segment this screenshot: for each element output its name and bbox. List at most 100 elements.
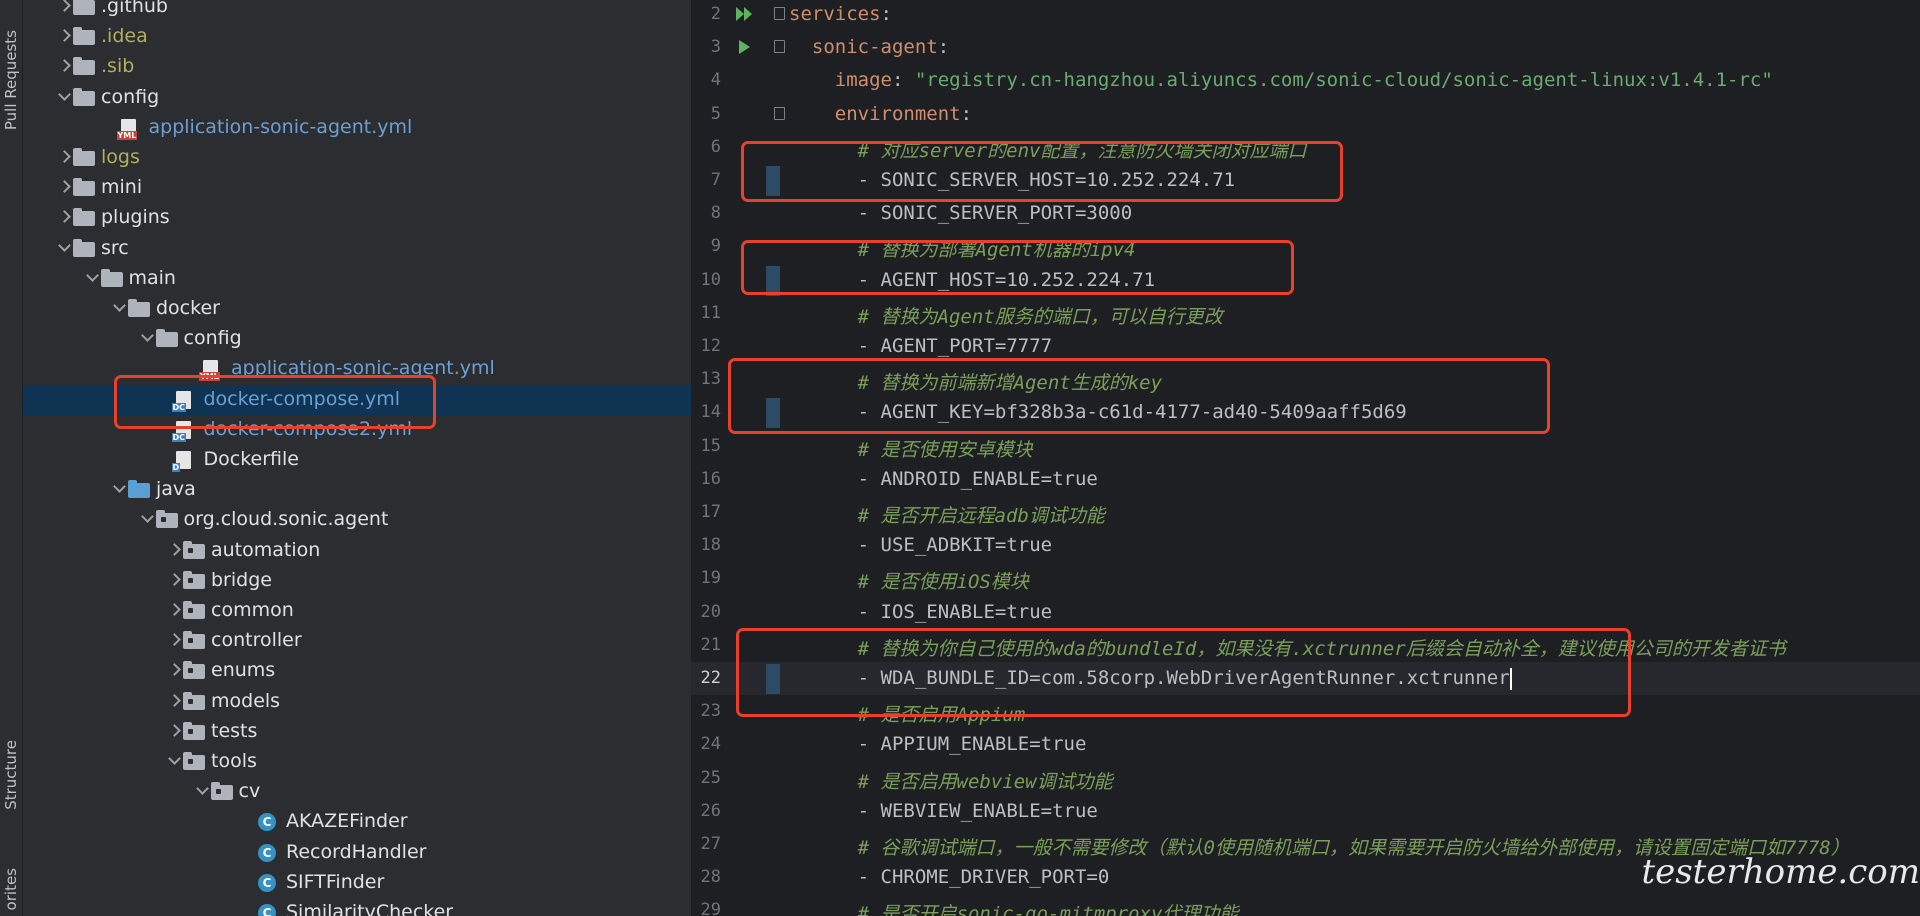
chevron-right-icon[interactable]: [168, 569, 182, 591]
code-line[interactable]: 29 # 是否开启sonic-go-mitmproxy代理功能: [691, 894, 1920, 916]
tree-row[interactable]: D Dockerfile: [23, 445, 691, 475]
code-line[interactable]: 15 # 是否使用安卓模块: [691, 430, 1920, 463]
chevron-down-icon[interactable]: [168, 750, 182, 772]
run-icon[interactable]: [735, 5, 755, 27]
code-line[interactable]: 3 sonic-agent:: [691, 31, 1920, 64]
line-number: 27: [700, 834, 721, 854]
tree-item-label: config: [101, 85, 160, 108]
code-token: :: [880, 3, 892, 25]
chevron-down-icon[interactable]: [58, 237, 72, 259]
chevron-right-icon[interactable]: [168, 539, 182, 561]
code-line[interactable]: 11 # 替换为Agent服务的端口，可以自行更改: [691, 297, 1920, 330]
tree-row[interactable]: C SIFTFinder: [23, 868, 691, 898]
fold-icon[interactable]: [774, 7, 785, 20]
code-line[interactable]: 17 # 是否开启远程adb调试功能: [691, 496, 1920, 529]
tree-row[interactable]: plugins: [23, 203, 691, 233]
code-text: # 替换为Agent服务的端口，可以自行更改: [789, 302, 1223, 329]
code-token: image: [789, 69, 892, 92]
code-token: - APPIUM_ENABLE=true: [789, 733, 1087, 756]
tree-row[interactable]: .github: [23, 0, 691, 22]
code-line[interactable]: 4 image: "registry.cn-hangzhou.aliyuncs.…: [691, 64, 1920, 97]
code-token: :: [960, 102, 973, 125]
chevron-down-icon[interactable]: [86, 267, 100, 289]
chevron-right-icon[interactable]: [168, 629, 182, 651]
tree-row[interactable]: .idea: [23, 22, 691, 52]
tree-row[interactable]: mini: [23, 173, 691, 203]
code-line[interactable]: 19 # 是否使用iOS模块: [691, 562, 1920, 595]
fold-icon[interactable]: [774, 106, 785, 120]
tree-row[interactable]: main: [23, 264, 691, 294]
tree-row[interactable]: tools: [23, 747, 691, 777]
chevron-down-icon[interactable]: [113, 297, 127, 319]
tree-row[interactable]: controller: [23, 626, 691, 656]
code-line[interactable]: 20 - IOS_ENABLE=true: [691, 596, 1920, 629]
tree-item-label: enums: [211, 659, 276, 682]
code-text: - WEBVIEW_ENABLE=true: [789, 800, 1098, 822]
code-line[interactable]: 18 - USE_ADBKIT=true: [691, 529, 1920, 562]
line-number: 15: [700, 435, 721, 456]
tree-item-label: Dockerfile: [203, 448, 299, 470]
tree-row[interactable]: enums: [23, 656, 691, 686]
tree-row[interactable]: bridge: [23, 566, 691, 596]
dockerfile-icon: D: [171, 451, 191, 472]
fold-icon[interactable]: [774, 40, 785, 54]
highlight-box-agent-host: [741, 240, 1294, 295]
tree-row[interactable]: cv: [23, 777, 691, 807]
line-number: 28: [700, 867, 721, 888]
code-line[interactable]: 5 environment:: [691, 98, 1920, 131]
pull-requests-tab[interactable]: Pull Requests: [2, 30, 20, 130]
tree-row[interactable]: java: [23, 475, 691, 505]
code-text: - SONIC_SERVER_PORT=3000: [789, 202, 1133, 224]
line-number: 10: [700, 269, 721, 290]
code-line[interactable]: 2 services:: [691, 0, 1920, 31]
chevron-right-icon[interactable]: [58, 176, 72, 198]
tree-row[interactable]: docker: [23, 294, 691, 324]
chevron-right-icon[interactable]: [58, 0, 72, 17]
tree-row[interactable]: C RecordHandler: [23, 838, 691, 868]
code-line[interactable]: 25 # 是否启用webview调试功能: [691, 762, 1920, 795]
line-number: 20: [700, 601, 721, 622]
tree-row[interactable]: src: [23, 234, 691, 264]
code-line[interactable]: 26 - WEBVIEW_ENABLE=true: [691, 795, 1920, 828]
structure-tab[interactable]: Structure: [2, 740, 20, 810]
tree-row[interactable]: logs: [23, 143, 691, 173]
line-number: 16: [700, 468, 721, 489]
chevron-right-icon[interactable]: [58, 206, 72, 228]
chevron-down-icon[interactable]: [141, 508, 155, 530]
run-icon[interactable]: [735, 38, 755, 60]
chevron-down-icon[interactable]: [196, 780, 210, 802]
tree-row[interactable]: tests: [23, 717, 691, 747]
class-icon: C: [258, 843, 276, 862]
tree-row[interactable]: common: [23, 596, 691, 626]
chevron-right-icon[interactable]: [168, 659, 182, 681]
tree-row[interactable]: automation: [23, 536, 691, 566]
tree-row[interactable]: C AKAZEFinder: [23, 807, 691, 837]
tree-row[interactable]: models: [23, 687, 691, 717]
chevron-down-icon[interactable]: [58, 86, 72, 108]
tree-row[interactable]: org.cloud.sonic.agent: [23, 505, 691, 535]
chevron-right-icon[interactable]: [168, 720, 182, 742]
code-text: environment:: [789, 103, 972, 125]
folder-icon: [73, 27, 95, 46]
line-number: 9: [710, 236, 721, 257]
code-line[interactable]: 16 - ANDROID_ENABLE=true: [691, 463, 1920, 496]
code-editor[interactable]: 2 services: 3 sonic-agent: 4 image: "regist…: [691, 0, 1920, 916]
tree-item-label: .sib: [101, 55, 135, 78]
code-token: # 是否启用webview调试功能: [789, 770, 1113, 793]
tree-row[interactable]: YML application-sonic-agent.yml: [23, 113, 691, 143]
chevron-down-icon[interactable]: [141, 327, 155, 349]
favorites-tab[interactable]: orites: [2, 868, 20, 910]
code-line[interactable]: 8 - SONIC_SERVER_PORT=3000: [691, 197, 1920, 230]
tree-row[interactable]: config: [23, 324, 691, 354]
tree-row[interactable]: config: [23, 83, 691, 113]
tree-row[interactable]: C SimilarityChecker: [23, 898, 691, 916]
chevron-right-icon[interactable]: [58, 146, 72, 168]
chevron-right-icon[interactable]: [58, 25, 72, 47]
code-line[interactable]: 24 - APPIUM_ENABLE=true: [691, 728, 1920, 761]
tree-item-label: docker: [156, 297, 220, 319]
chevron-right-icon[interactable]: [168, 690, 182, 712]
tree-row[interactable]: .sib: [23, 52, 691, 82]
chevron-down-icon[interactable]: [113, 478, 127, 500]
chevron-right-icon[interactable]: [58, 55, 72, 77]
chevron-right-icon[interactable]: [168, 599, 182, 621]
